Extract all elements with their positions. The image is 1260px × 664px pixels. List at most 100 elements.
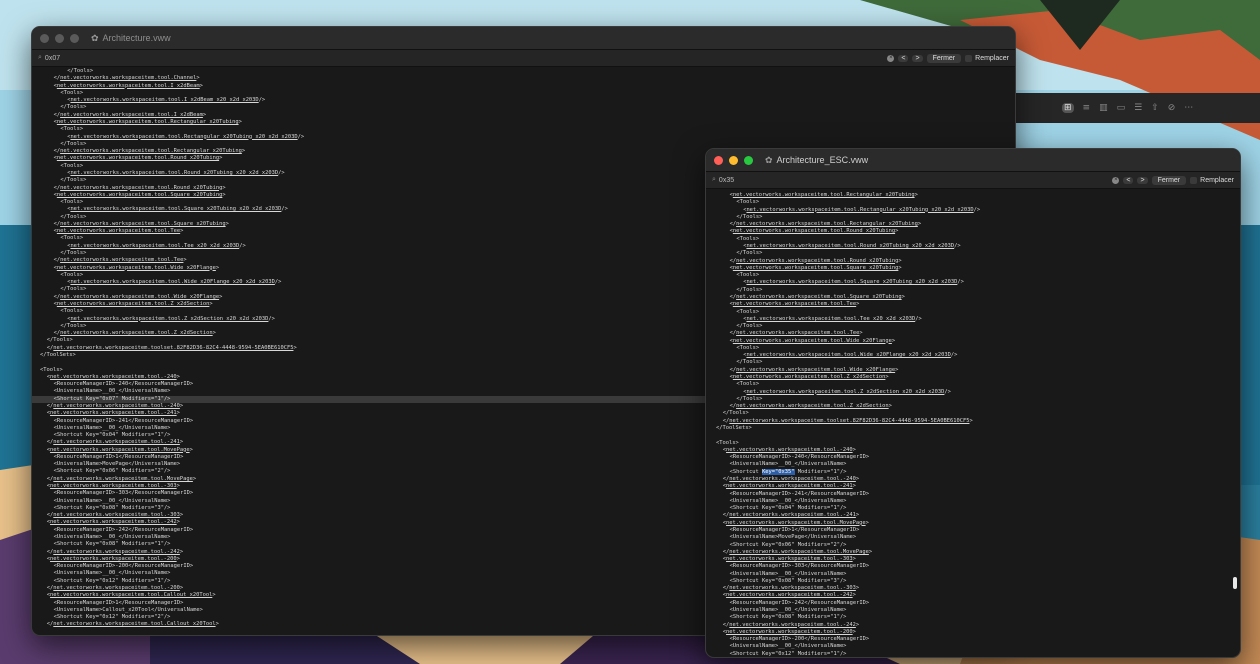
code-line: <UniversalName>MovePage</UniversalName> [729,534,857,541]
minimize-window-button[interactable] [729,155,738,165]
search-input[interactable]: 0x07 [45,55,60,62]
code-line: <net.vectorworks.workspaceitem.tool.Tee> [729,301,860,308]
code-line: <net.vectorworks.workspaceitem.tool.Move… [722,519,869,526]
find-previous-button[interactable]: < [898,54,909,62]
more-icon[interactable]: ⋯ [1184,103,1193,113]
code-line: </net.vectorworks.workspaceitem.tool.I_x… [53,111,207,118]
code-line: <net.vectorworks.workspaceitem.tool.I_x2… [53,82,203,89]
code-line: <UniversalName>__00_</UniversalName> [729,570,847,577]
code-line: <ResourceManagerID>-240</ResourceManager… [729,454,870,461]
code-line: <net.vectorworks.workspaceitem.tool.-303… [722,556,856,563]
code-line: <ResourceManagerID>-242</ResourceManager… [729,599,870,606]
code-line: </net.vectorworks.workspaceitem.tool.Rou… [729,257,902,264]
editor-window-architecture-esc[interactable]: ✿ Architecture_ESC.vww ⌕ 0x35 × < > Ferme… [705,148,1241,658]
find-previous-button[interactable]: < [1123,176,1134,184]
replace-label: Remplacer [975,54,1009,62]
code-line: <net.vectorworks.workspaceitem.tool.Squa… [743,279,964,286]
code-line: <Shortcut Key="0x12" Modifiers="1"/> [729,650,847,657]
code-line: </net.vectorworks.workspaceitem.tool.Z_x… [729,403,892,410]
code-line: </Tools> [736,286,763,293]
tag-icon[interactable]: ⊘ [1168,103,1176,113]
code-line: <ResourceManagerID>1</ResourceManagerID> [729,526,860,533]
grid-view-icon[interactable]: ⊞ [1062,103,1074,113]
code-line: </Tools> [60,104,87,111]
clear-search-icon[interactable]: × [887,54,895,62]
zoom-window-button[interactable] [744,155,753,165]
code-line: </Tools> [736,323,763,330]
code-line: <net.vectorworks.workspaceitem.tool.I_x2… [67,97,266,104]
code-line: <net.vectorworks.workspaceitem.tool.Tee_… [743,315,922,322]
code-line: <net.vectorworks.workspaceitem.tool.Rect… [53,118,242,125]
code-line: </Tools> [736,359,763,366]
code-line: <UniversalName>__00_</UniversalName> [729,497,847,504]
document-icon: ✿ [765,154,773,165]
replace-checkbox[interactable]: Remplacer [1190,176,1234,184]
replace-label: Remplacer [1200,176,1234,184]
code-line: </Tools> [736,395,763,402]
zoom-window-button[interactable] [70,33,79,43]
code-line: <Tools> [736,381,760,388]
close-window-button[interactable] [714,155,723,165]
code-line: <Tools> [716,439,739,446]
code-line: <net.vectorworks.workspaceitem.tool.Z_x2… [729,374,889,381]
code-line: <net.vectorworks.workspaceitem.tool.Wide… [729,337,896,344]
code-line: </net.vectorworks.workspaceitem.tool.Squ… [729,293,905,300]
code-line: <net.vectorworks.workspaceitem.tool.Wide… [743,352,958,359]
window-titlebar[interactable]: ✿ Architecture.vww [32,27,1015,50]
replace-checkbox-box[interactable] [965,54,973,62]
code-line: </net.vectorworks.workspaceitem.tool.Wid… [729,366,899,373]
close-find-button[interactable]: Fermer [1151,175,1187,185]
code-line: </net.vectorworks.workspaceitem.tool.Mov… [722,548,873,555]
code-line: </net.vectorworks.workspaceitem.tool.-24… [722,512,860,519]
code-line: <Tools> [736,235,760,242]
code-line: <Tools> [736,308,760,315]
code-line: </net.vectorworks.workspaceitem.tool.Tee… [729,330,863,337]
code-line: </ToolSets> [716,425,752,431]
code-line: </net.vectorworks.workspaceitem.tool.-30… [722,585,860,592]
code-line: <net.vectorworks.workspaceitem.tool.Rect… [743,206,981,213]
magnifier-icon: ⌕ [712,176,716,183]
vertical-scrollbar-thumb[interactable] [1233,577,1237,589]
minimize-window-button[interactable] [55,33,64,43]
replace-checkbox[interactable]: Remplacer [965,54,1009,62]
code-line: </Tools> [60,140,87,147]
close-window-button[interactable] [40,33,49,43]
code-line: </Tools> [736,213,763,220]
code-line: <Tools> [736,344,760,351]
code-line: </net.vectorworks.workspaceitem.toolset.… [722,417,973,424]
code-line: <Tools> [736,199,760,206]
window-titlebar[interactable]: ✿ Architecture_ESC.vww [706,149,1240,172]
window-title: ✿ Architecture_ESC.vww [765,155,868,166]
code-line: </Tools> [736,250,763,257]
code-line: <ResourceManagerID>-241</ResourceManager… [729,490,870,497]
window-title: ✿ Architecture.vww [91,33,171,44]
code-line: <net.vectorworks.workspaceitem.tool.-242… [722,592,856,599]
code-line: <net.vectorworks.workspaceitem.tool.-200… [722,628,856,635]
gallery-view-icon[interactable]: ▭ [1117,103,1126,113]
search-match-highlight: Key="0x35" [762,468,795,475]
code-line: <Shortcut Key="0x04" Modifiers="1"/> [729,505,847,512]
find-next-button[interactable]: > [912,54,923,62]
code-editor[interactable]: <net.vectorworks.workspaceitem.tool.Rect… [706,189,1240,657]
code-line: <net.vectorworks.workspaceitem.tool.Squa… [729,264,902,271]
list-view-icon[interactable]: ≡ [1083,103,1091,113]
code-line: <UniversalName>__00_</UniversalName> [729,607,847,614]
find-bar: ⌕ 0x07 × < > Fermer Remplacer [32,50,1015,67]
background-app-icons: ⊞ ≡ ▥ ▭ ☰ ⇧ ⊘ ⋯ [1062,103,1193,113]
clear-search-icon[interactable]: × [1112,176,1120,184]
code-line: <Tools> [60,126,84,133]
close-find-button[interactable]: Fermer [926,53,962,63]
code-line: </net.vectorworks.workspaceitem.tool.Rec… [729,221,922,228]
replace-checkbox-box[interactable] [1190,176,1198,184]
find-next-button[interactable]: > [1137,176,1148,184]
code-line: <UniversalName>__00_</UniversalName> [729,643,847,650]
code-line: <net.vectorworks.workspaceitem.tool.Roun… [743,242,961,249]
document-icon: ✿ [91,32,99,43]
find-bar: ⌕ 0x35 × < > Fermer Remplacer [706,172,1240,189]
code-line: <Tools> [736,272,760,279]
search-input[interactable]: 0x35 [719,177,734,184]
column-view-icon[interactable]: ▥ [1099,103,1108,113]
share-icon[interactable]: ⇧ [1151,103,1159,113]
group-menu-icon[interactable]: ☰ [1134,103,1142,113]
code-line: <Shortcut Key="0x35" Modifiers="1"/> [729,468,847,475]
